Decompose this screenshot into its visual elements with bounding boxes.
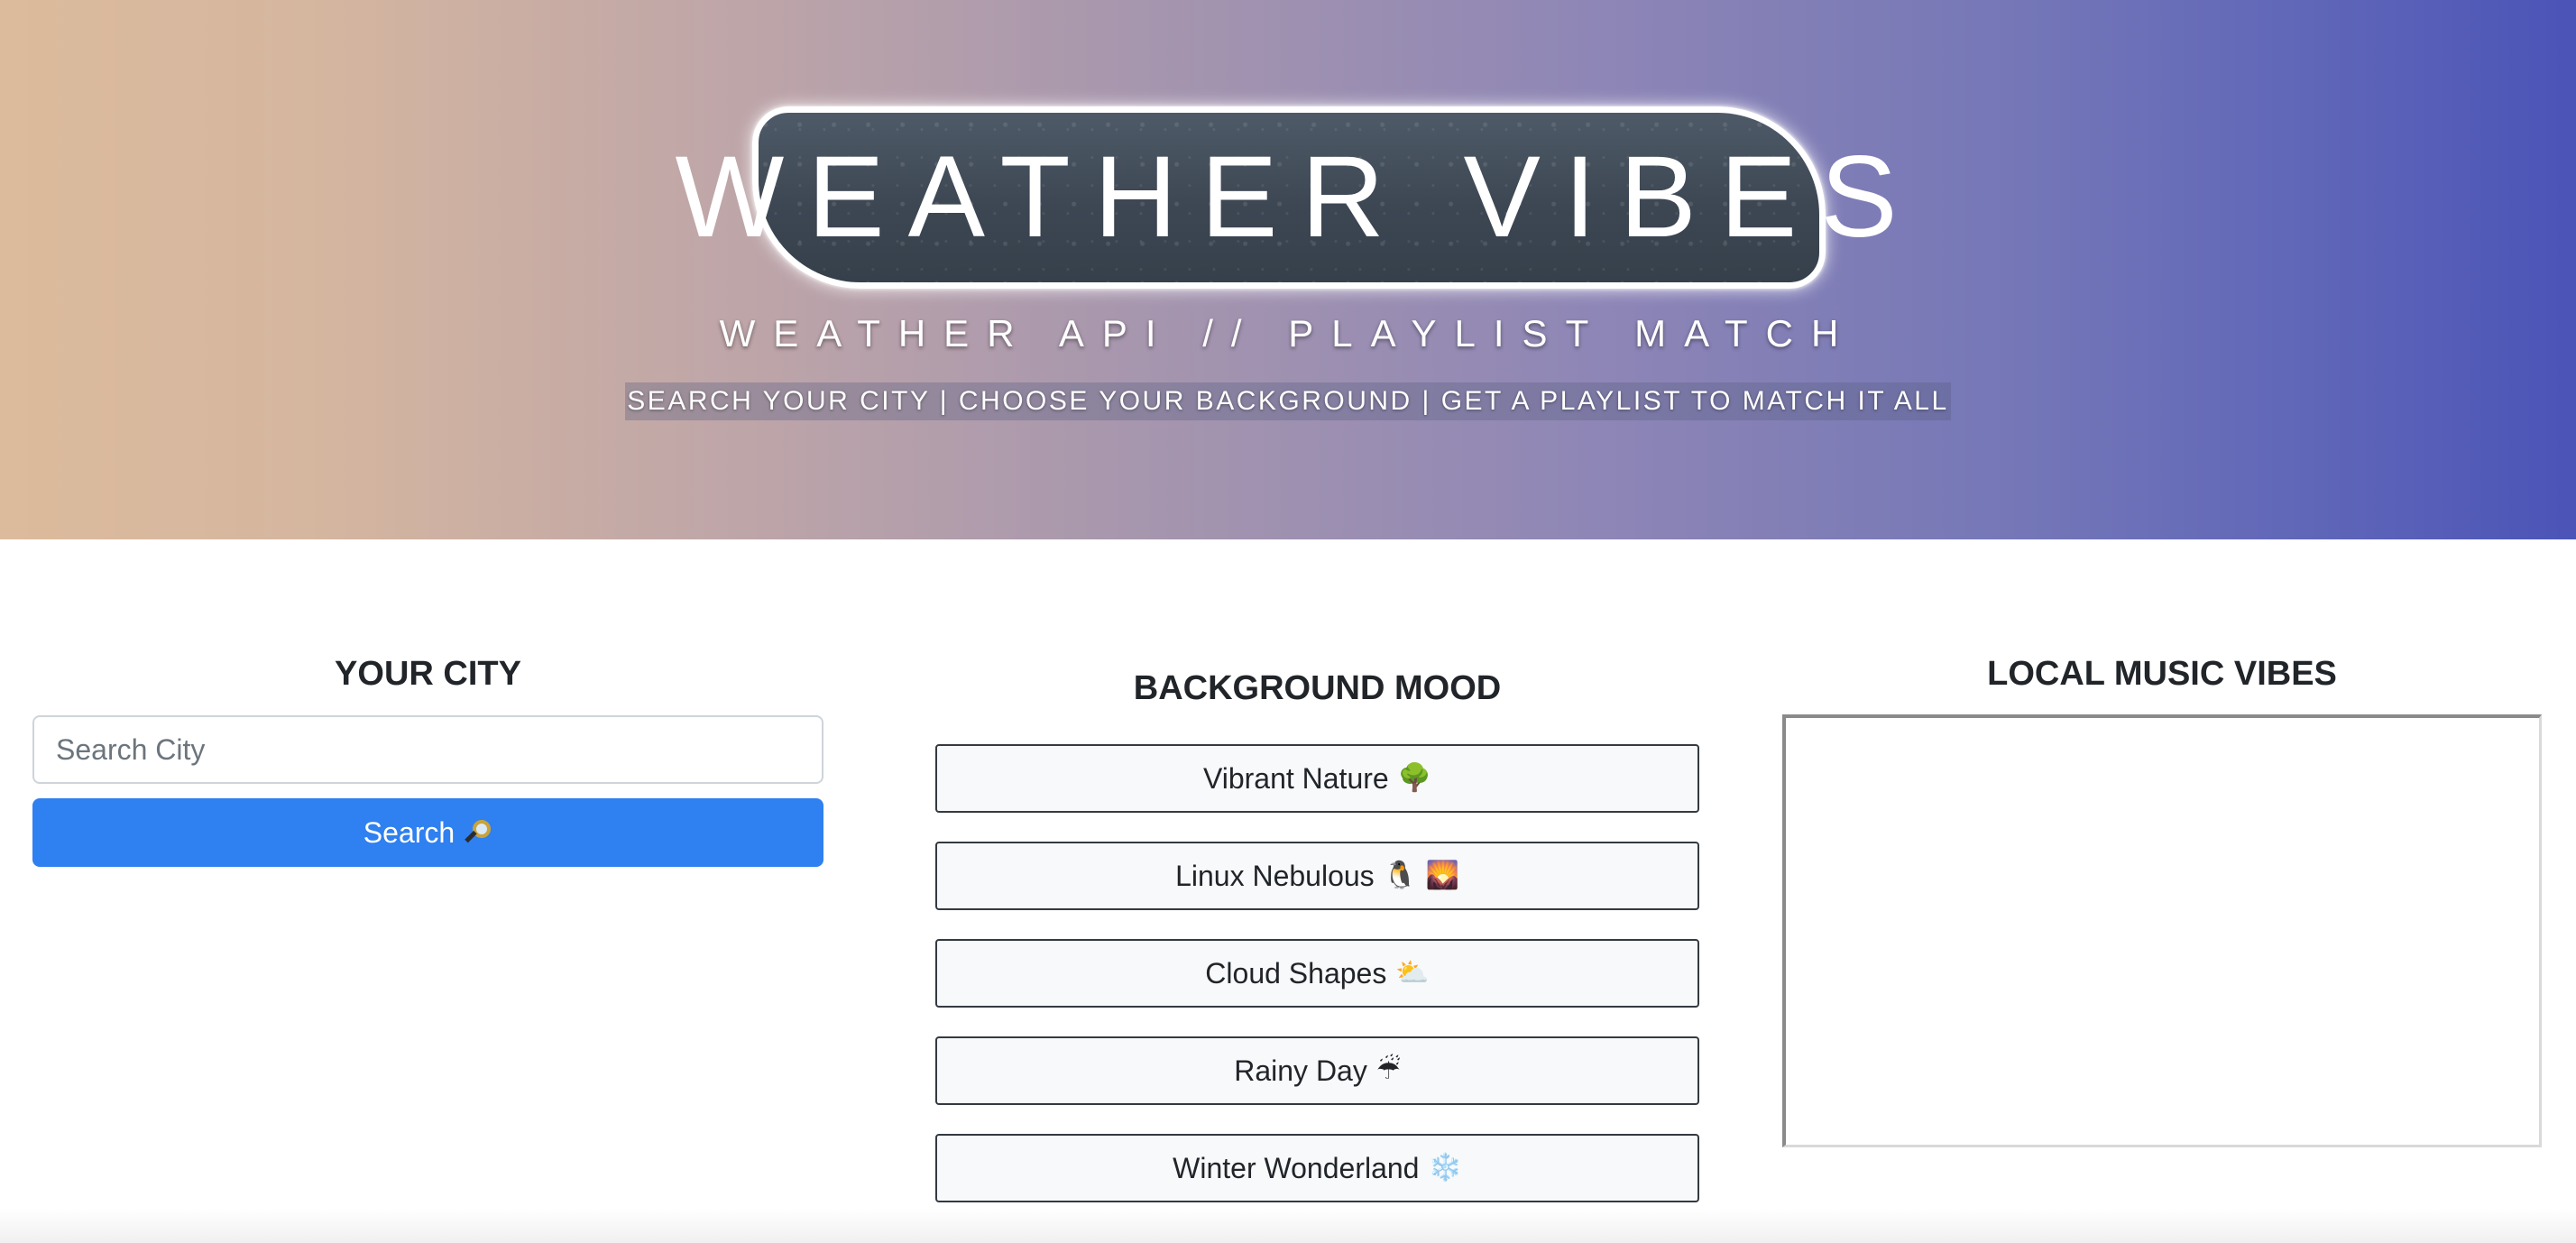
sun-behind-cloud-icon: ⛅: [1395, 957, 1430, 989]
mood-button-label: Linux Nebulous: [1175, 859, 1375, 892]
umbrella-rain-icon: ☔: [1375, 1054, 1401, 1086]
tagline-container: SEARCH YOUR CITY | CHOOSE YOUR BACKGROUN…: [0, 382, 2576, 420]
mood-button-label: Winter Wonderland: [1173, 1151, 1420, 1184]
mood-heading: BACKGROUND MOOD: [1133, 669, 1502, 707]
page-bottom-shadow: [0, 1209, 2576, 1243]
city-heading: YOUR CITY: [335, 655, 521, 693]
penguin-sunrise-icon: 🐧 🌄: [1383, 860, 1459, 891]
search-button-label: Search: [363, 815, 455, 849]
mood-button-vibrant-nature[interactable]: Vibrant Nature 🌳: [935, 744, 1699, 813]
mood-button-label: Vibrant Nature: [1202, 761, 1389, 795]
app-subtitle: WEATHER API // PLAYLIST MATCH: [719, 312, 1857, 354]
hero-banner: WEATHER VIBES WEATHER API // PLAYLIST MA…: [0, 0, 2576, 539]
mood-button-label: Cloud Shapes: [1205, 956, 1387, 990]
mood-button-rainy-day[interactable]: Rainy Day ☔: [935, 1036, 1699, 1105]
music-player-frame[interactable]: [1782, 714, 2542, 1147]
music-heading: LOCAL MUSIC VIBES: [1987, 655, 2337, 693]
snowflake-icon: ❄️: [1428, 1152, 1462, 1183]
city-search-input[interactable]: [32, 715, 823, 784]
mood-button-label: Rainy Day: [1234, 1054, 1367, 1087]
app-tagline: SEARCH YOUR CITY | CHOOSE YOUR BACKGROUN…: [625, 382, 1951, 420]
mood-button-linux-nebulous[interactable]: Linux Nebulous 🐧 🌄: [935, 842, 1699, 910]
tree-icon: 🌳: [1397, 762, 1432, 794]
app-title: WEATHER VIBES: [675, 133, 1921, 262]
title-banner: WEATHER VIBES: [675, 106, 1898, 289]
mood-button-winter-wonderland[interactable]: Winter Wonderland ❄️: [935, 1134, 1699, 1202]
magnifying-glass-icon: [464, 818, 492, 847]
search-button[interactable]: Search: [32, 798, 823, 867]
mood-button-cloud-shapes[interactable]: Cloud Shapes ⛅: [935, 939, 1699, 1008]
